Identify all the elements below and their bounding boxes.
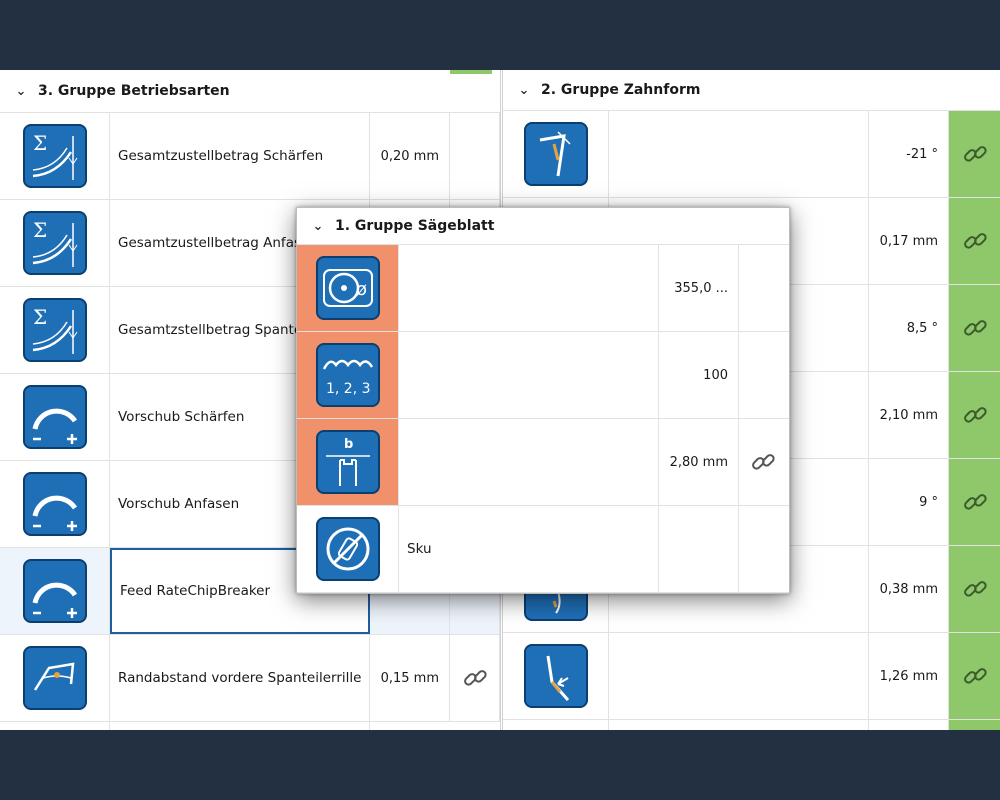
feed-rate-gauge-icon (22, 559, 87, 623)
sum-infeed-icon: Σ (22, 298, 87, 362)
param-value[interactable]: 1,26 mm (869, 633, 949, 719)
param-label (399, 332, 659, 418)
chain-link-icon[interactable] (961, 488, 989, 516)
param-label: Gesamtzustellbetrag Schärfen (110, 113, 370, 199)
link-cell (739, 332, 787, 418)
svg-text:Σ: Σ (33, 131, 47, 155)
param-value[interactable]: 9 ° (869, 459, 949, 545)
group-title: 3. Gruppe Betriebsarten (38, 83, 230, 99)
param-value[interactable]: 8,5 ° (869, 285, 949, 371)
sum-infeed-icon: Σ (22, 124, 87, 188)
tooth-angle-icon (523, 122, 588, 186)
param-value[interactable]: 0,38 mm (869, 546, 949, 632)
param-row[interactable] (503, 720, 1000, 730)
param-value[interactable]: 100 (659, 332, 739, 418)
link-cell[interactable] (949, 633, 1000, 719)
blade-diameter-icon: ø (315, 256, 380, 320)
chain-link-icon[interactable] (961, 140, 989, 168)
param-row[interactable]: 1, 2, 3 100 (297, 332, 789, 419)
link-cell (739, 245, 787, 331)
link-cell[interactable] (949, 198, 1000, 284)
group-header[interactable]: ⌄ 3. Gruppe Betriebsarten (0, 70, 500, 113)
blade-width-icon: b (315, 430, 380, 494)
param-value[interactable]: 0,17 mm (869, 198, 949, 284)
param-value[interactable]: 0,20 mm (370, 113, 450, 199)
param-value[interactable]: 2,80 mm (659, 419, 739, 505)
svg-text:Σ: Σ (33, 218, 47, 242)
chain-link-icon[interactable] (749, 448, 777, 476)
param-label (399, 419, 659, 505)
link-cell[interactable] (739, 419, 787, 505)
svg-text:ø: ø (356, 279, 367, 300)
param-row[interactable]: Σ Gesamtzustellbetrag Schärfen 0,20 mm (0, 113, 500, 200)
param-row[interactable]: Randabstand vordere Spanteilerrille 0,15… (0, 635, 500, 722)
sum-infeed-icon: Σ (22, 211, 87, 275)
link-cell[interactable] (450, 635, 500, 721)
param-row[interactable]: -21 ° (503, 111, 1000, 198)
green-strip (450, 70, 492, 74)
feed-rate-gauge-icon (22, 385, 87, 449)
chain-link-icon[interactable] (961, 401, 989, 429)
param-row[interactable] (0, 722, 500, 730)
link-cell (739, 506, 787, 592)
param-value[interactable]: -21 ° (869, 111, 949, 197)
chevron-down-icon[interactable]: ⌄ (517, 83, 531, 98)
link-cell[interactable] (949, 111, 1000, 197)
chain-link-icon[interactable] (961, 575, 989, 603)
chain-link-icon[interactable] (461, 664, 489, 692)
group-header[interactable]: ⌄ 1. Gruppe Sägeblatt (297, 208, 789, 245)
link-cell (450, 113, 500, 199)
link-cell[interactable] (949, 372, 1000, 458)
param-value[interactable]: 2,10 mm (869, 372, 949, 458)
param-row[interactable]: b 2,80 mm (297, 419, 789, 506)
param-label (399, 245, 659, 331)
material-sku-icon (315, 517, 380, 581)
group-popup-saegeblatt[interactable]: ⌄ 1. Gruppe Sägeblatt ø 355,0 ... 1, 2, … (296, 207, 790, 594)
param-row[interactable]: ø 355,0 ... (297, 245, 789, 332)
group-header[interactable]: ⌄ 2. Gruppe Zahnform (503, 70, 1000, 111)
group-title: 2. Gruppe Zahnform (541, 82, 701, 98)
link-cell[interactable] (949, 546, 1000, 632)
chain-link-icon[interactable] (961, 227, 989, 255)
tooth-count-icon: 1, 2, 3 (315, 343, 380, 407)
chevron-down-icon[interactable]: ⌄ (311, 219, 325, 234)
tooth-bevel-icon (523, 644, 588, 708)
chevron-down-icon[interactable]: ⌄ (14, 84, 28, 99)
chip-breaker-groove-icon (22, 646, 87, 710)
param-row[interactable]: 1,26 mm (503, 633, 1000, 720)
width-letter: b (344, 437, 353, 452)
link-cell[interactable] (949, 459, 1000, 545)
param-row[interactable]: Sku (297, 506, 789, 593)
svg-text:Σ: Σ (33, 305, 47, 329)
param-value[interactable]: 355,0 ... (659, 245, 739, 331)
param-value[interactable] (659, 506, 739, 592)
link-cell[interactable] (949, 285, 1000, 371)
chain-link-icon[interactable] (961, 662, 989, 690)
param-value[interactable]: 0,15 mm (370, 635, 450, 721)
tooth-count-text: 1, 2, 3 (326, 381, 371, 397)
param-label: Sku (399, 506, 659, 592)
feed-rate-gauge-icon (22, 472, 87, 536)
chain-link-icon[interactable] (961, 314, 989, 342)
param-label: Randabstand vordere Spanteilerrille (110, 635, 370, 721)
group-title: 1. Gruppe Sägeblatt (335, 218, 495, 234)
